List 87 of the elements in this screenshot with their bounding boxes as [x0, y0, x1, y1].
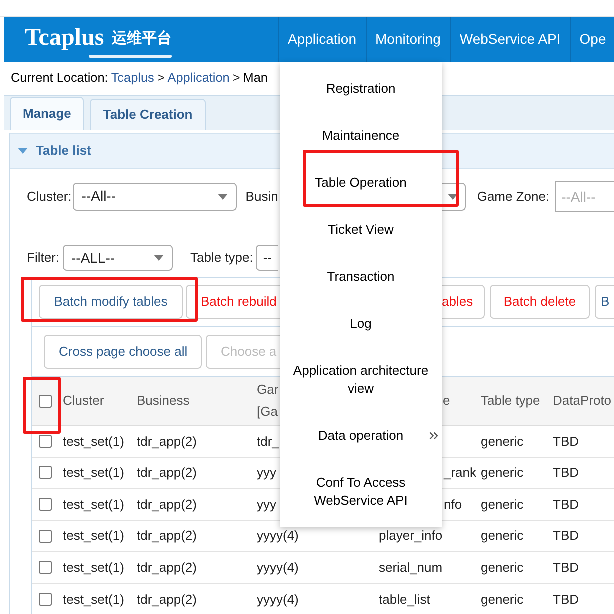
table-cell-text: yyy — [257, 496, 276, 514]
table-cell-text: tdr_ — [257, 432, 280, 451]
menu-item[interactable]: Conf To Access WebService API — [286, 474, 436, 510]
column-header: Business — [137, 392, 190, 410]
table-type-select[interactable]: -- — [256, 245, 278, 271]
tab[interactable]: Table Creation — [90, 99, 206, 130]
table-cell-text: yyyy(4) — [257, 558, 299, 577]
breadcrumb-link[interactable]: Tcaplus — [111, 68, 154, 88]
table-cell-text: generic — [481, 432, 524, 451]
filter-label: Cluster: — [27, 188, 72, 206]
checkbox[interactable] — [38, 561, 52, 574]
collapse-icon — [18, 148, 28, 154]
panel-title: Table list — [36, 142, 92, 160]
table-cell-text: tdr_app(2) — [137, 558, 197, 577]
table-cell-text: tdr_app(2) — [137, 496, 197, 514]
column-header: Cluster — [63, 392, 104, 410]
menu-item[interactable]: Table Operation — [315, 174, 407, 192]
filter-select[interactable]: --ALL-- — [62, 245, 172, 271]
filter-label: Game Zone: — [477, 188, 550, 206]
table-cell-text: test_set(1) — [63, 464, 124, 482]
breadcrumb-link[interactable]: Application — [168, 68, 230, 88]
caret-icon — [218, 194, 228, 200]
tab[interactable]: Manage — [10, 97, 84, 130]
table-cell-text: yyy — [257, 464, 276, 482]
table-cell-text: player_info — [379, 527, 443, 546]
filter-label: Busin — [246, 188, 278, 206]
table-cell-text: tdr_app(2) — [137, 432, 197, 451]
selection-button[interactable]: Cross page choose all — [44, 334, 202, 368]
table-cell-text: test_set(1) — [63, 496, 124, 514]
cluster-select[interactable]: --All-- — [72, 182, 237, 210]
action-button[interactable]: Batch rebuild — [186, 285, 280, 319]
action-button[interactable]: ables — [442, 285, 485, 319]
column-header: Table type — [481, 392, 540, 410]
column-header: e — [443, 392, 450, 410]
table-cell-text: serial_num — [379, 558, 443, 577]
logo[interactable]: Tcaplus 运维平台 — [25, 22, 172, 58]
checkbox[interactable] — [38, 592, 52, 606]
table-cell-text: tdr_app(2) — [137, 464, 197, 482]
caret-icon — [154, 255, 164, 261]
table-cell-text: generic — [481, 590, 524, 609]
nav-item[interactable]: Ope — [570, 17, 614, 62]
table-cell-text: _rank — [444, 464, 477, 482]
table-cell-text: generic — [481, 527, 524, 546]
column-header: DataProto — [553, 392, 612, 410]
table-cell-text: generic — [481, 558, 524, 577]
table-cell-text: nfo — [444, 496, 462, 514]
nav-item[interactable]: WebService API — [450, 17, 570, 62]
column-header: Gar [Ga — [257, 381, 279, 421]
table-cell-text: tdr_app(2) — [137, 527, 197, 546]
table-cell-text: table_list — [379, 590, 430, 609]
menu-item[interactable]: Log — [350, 314, 372, 332]
table-cell-text: generic — [481, 496, 524, 514]
filter-label: Filter: — [27, 249, 60, 268]
menu-item[interactable]: Transaction — [327, 268, 395, 286]
breadcrumb-current: Man — [243, 70, 268, 87]
table-cell-text: TBD — [553, 590, 579, 609]
table-cell-text: tdr_app(2) — [137, 590, 197, 609]
table-cell-text: test_set(1) — [63, 527, 124, 546]
checkbox[interactable] — [38, 394, 52, 408]
menu-item[interactable]: Application architecture view — [286, 362, 436, 398]
table-cell-text: TBD — [553, 432, 579, 451]
table-cell-text: test_set(1) — [63, 590, 124, 609]
action-button[interactable]: Batch modify tables — [39, 285, 183, 319]
filter-label: Table type: — [190, 249, 254, 268]
action-button[interactable]: Batch delete — [490, 285, 590, 319]
table-cell-text: TBD — [553, 558, 579, 577]
table-cell-text: TBD — [553, 527, 579, 546]
breadcrumb-separator: > — [232, 70, 240, 87]
menu-item[interactable]: Registration — [326, 80, 396, 98]
checkbox[interactable] — [38, 434, 52, 448]
table-cell-text: TBD — [553, 464, 579, 482]
checkbox[interactable] — [38, 498, 52, 511]
table-cell-text: test_set(1) — [63, 432, 124, 451]
table-cell-text: generic — [481, 464, 524, 482]
breadcrumb-separator: > — [157, 70, 165, 87]
menu-item[interactable]: Data operation — [318, 426, 404, 444]
menu-item[interactable]: Ticket View — [328, 220, 394, 238]
breadcrumb-label: Current Location: — [11, 70, 108, 87]
checkbox[interactable] — [38, 466, 52, 480]
table-cell-text: test_set(1) — [63, 558, 124, 577]
checkbox[interactable] — [38, 530, 52, 543]
caret-icon — [448, 194, 458, 200]
table-cell-text: yyyy(4) — [257, 527, 299, 546]
game-zone-field[interactable]: --All-- — [554, 181, 614, 212]
table-cell-text: yyyy(4) — [257, 590, 299, 609]
action-button[interactable]: B — [595, 285, 614, 319]
table-cell-text: TBD — [553, 496, 579, 514]
